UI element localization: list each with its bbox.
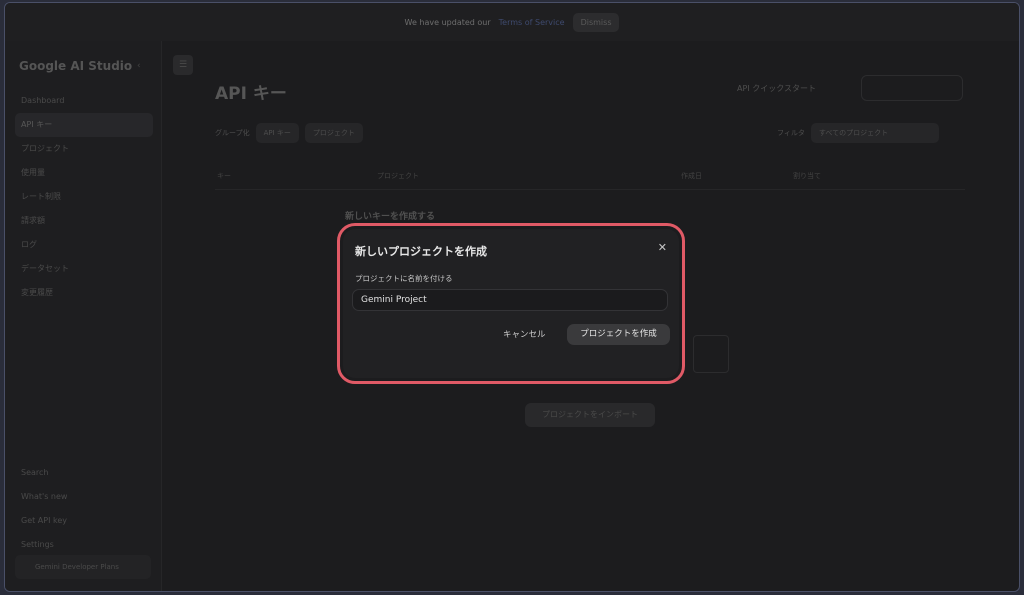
dialog-title: 新しいプロジェクトを作成 (355, 245, 487, 258)
sidebar-item-dashboard[interactable]: Dashboard (15, 89, 153, 113)
column-header: 割り当て (793, 172, 821, 180)
create-project-button[interactable]: プロジェクトを作成 (567, 324, 670, 345)
sidebar: Google AI Studio ‹ Dashboard API キー プロジェ… (5, 41, 162, 591)
import-project-button[interactable]: プロジェクトをインポート (525, 403, 655, 427)
sidebar-item-rate-limits[interactable]: レート制限 (15, 185, 153, 209)
sidebar-item-settings[interactable]: Settings (15, 533, 153, 557)
create-project-dialog: 新しいプロジェクトを作成 ✕ プロジェクトに名前を付ける キャンセル プロジェク… (343, 229, 679, 378)
sidebar-nav: Dashboard API キー プロジェクト 使用量 レート制限 請求額 ログ… (15, 89, 153, 305)
sidebar-item-search[interactable]: Search (15, 461, 153, 485)
table-header: キー プロジェクト 作成日 割り当て (215, 165, 965, 190)
column-header: 作成日 (681, 172, 702, 180)
sidebar-item-datasets[interactable]: データセット (15, 257, 153, 281)
column-header: プロジェクト (377, 172, 419, 180)
sidebar-item-usage[interactable]: 使用量 (15, 161, 153, 185)
sidebar-item-projects[interactable]: プロジェクト (15, 137, 153, 161)
chip-api-keys[interactable]: API キー (255, 123, 299, 143)
project-select[interactable]: すべてのプロジェクト (810, 123, 939, 143)
page-title: API キー (215, 84, 287, 104)
sidebar-item-api-keys[interactable]: API キー (15, 113, 153, 137)
collapse-icon[interactable]: ‹ (137, 61, 141, 71)
project-name-input[interactable] (352, 289, 668, 311)
terms-banner: We have updated our Terms of Service Dis… (5, 3, 1019, 41)
terms-link[interactable]: Terms of Service (499, 18, 565, 27)
sidebar-bottom-nav: Search What's new Get API key Settings (15, 461, 153, 557)
cancel-button[interactable]: キャンセル (503, 328, 546, 340)
chip-projects[interactable]: プロジェクト (304, 123, 363, 143)
ghost-panel (693, 335, 729, 373)
banner-text: We have updated our (404, 17, 491, 27)
dismiss-button[interactable]: Dismiss (572, 12, 620, 32)
sidebar-item-changelog[interactable]: 変更履歴 (15, 281, 153, 305)
project-name-label: プロジェクトに名前を付ける (355, 274, 453, 283)
account-plan[interactable]: Gemini Developer Plans (15, 555, 151, 579)
group-label: グループ化 (215, 129, 250, 137)
quickstart-link[interactable]: API クイックスタート (737, 83, 816, 94)
sidebar-item-billing[interactable]: 請求額 (15, 209, 153, 233)
menu-icon[interactable]: ☰ (173, 55, 193, 75)
app-logo[interactable]: Google AI Studio (19, 59, 132, 73)
filter-label: フィルタ (777, 129, 805, 137)
close-icon[interactable]: ✕ (658, 241, 667, 254)
group-filters: グループ化 API キー プロジェクト (215, 123, 363, 143)
project-filter: フィルタ すべてのプロジェクト (777, 123, 939, 143)
sidebar-item-logs[interactable]: ログ (15, 233, 153, 257)
sidebar-item-whats-new[interactable]: What's new (15, 485, 153, 509)
sidebar-item-get-api-key[interactable]: Get API key (15, 509, 153, 533)
column-header: キー (217, 172, 231, 180)
create-key-button[interactable] (861, 75, 963, 101)
